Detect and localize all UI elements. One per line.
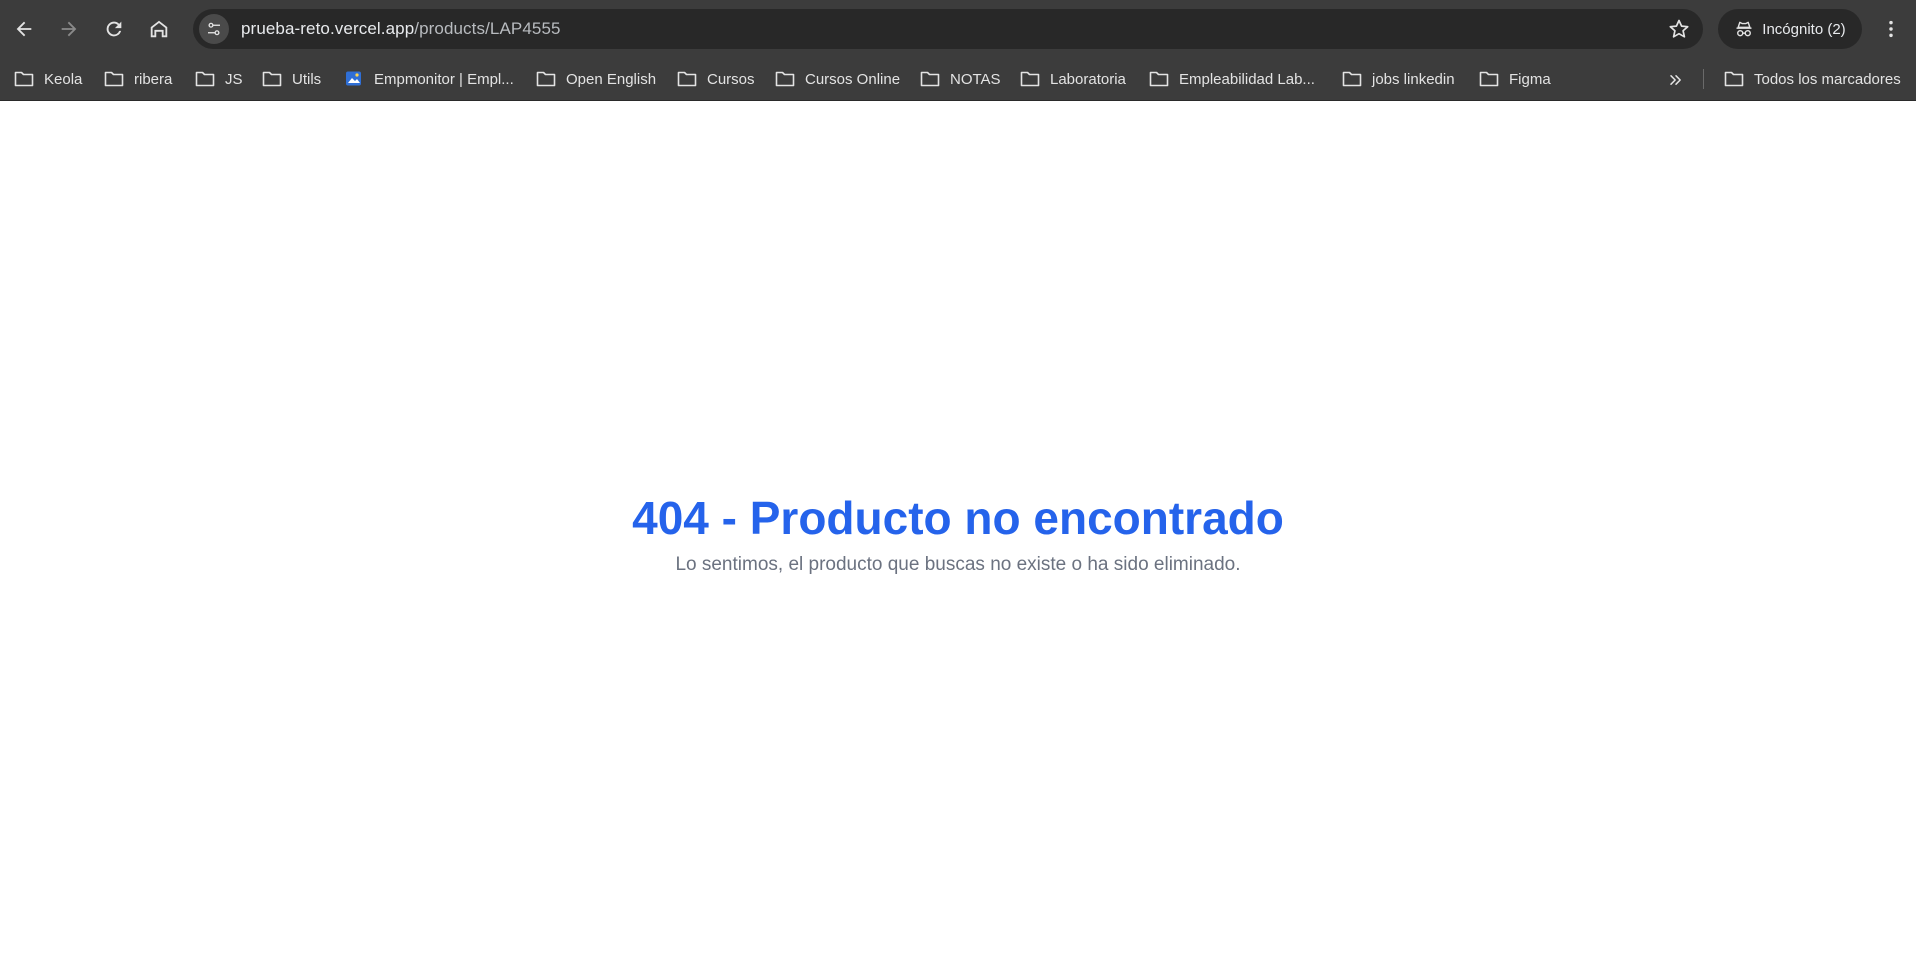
bookmark-js[interactable]: JS xyxy=(195,66,243,92)
bookmark-open-english[interactable]: Open English xyxy=(536,66,656,92)
bookmark-label: jobs linkedin xyxy=(1372,70,1455,88)
bookmark-ribera[interactable]: ribera xyxy=(104,66,172,92)
bookmark-utils[interactable]: Utils xyxy=(262,66,321,92)
star-icon[interactable] xyxy=(1667,17,1691,41)
site-favicon xyxy=(346,71,361,86)
bookmark-label: NOTAS xyxy=(950,70,1001,88)
bookmark-label: Figma xyxy=(1509,70,1551,88)
folder-icon xyxy=(1149,71,1169,87)
bookmark-cursos[interactable]: Cursos xyxy=(677,66,755,92)
folder-icon xyxy=(1724,71,1744,87)
bookmark-all-bookmarks[interactable]: Todos los marcadores xyxy=(1724,66,1901,92)
bookmark-keola[interactable]: Keola xyxy=(14,66,82,92)
folder-icon xyxy=(1342,71,1362,87)
site-info-button[interactable] xyxy=(199,14,229,44)
bookmark-jobs-linkedin[interactable]: jobs linkedin xyxy=(1342,66,1455,92)
bookmark-label: JS xyxy=(225,70,243,88)
arrow-right-icon xyxy=(61,21,77,37)
browser-toolbar: prueba-reto.vercel.app/products/LAP4555 … xyxy=(0,0,1916,58)
tune-icon xyxy=(208,22,220,36)
bookmark-label: Cursos xyxy=(707,70,755,88)
bookmark-label: Utils xyxy=(292,70,322,88)
folder-icon xyxy=(1479,71,1499,87)
address-bar[interactable]: prueba-reto.vercel.app/products/LAP4555 xyxy=(193,9,1703,49)
browser-chrome: prueba-reto.vercel.app/products/LAP4555 … xyxy=(0,0,1916,101)
bookmark-label: Laboratoria xyxy=(1050,70,1126,88)
error-title: 404 - Producto no encontrado xyxy=(632,492,1284,544)
home-icon xyxy=(150,20,168,38)
error-message: Lo sentimos, el producto que buscas no e… xyxy=(675,554,1241,575)
bookmark-label: Todos los marcadores xyxy=(1754,70,1901,88)
bookmark-label: Empmonitor | Empl... xyxy=(374,70,514,88)
folder-icon xyxy=(920,71,940,87)
arrow-left-icon xyxy=(16,21,32,37)
folder-icon xyxy=(104,71,124,87)
bookmark-empmonitor[interactable]: Empmonitor | Empl... xyxy=(344,66,514,92)
folder-icon xyxy=(262,71,282,87)
bookmarks-overflow-button[interactable] xyxy=(1664,68,1688,92)
incognito-indicator[interactable]: Incógnito (2) xyxy=(1718,9,1862,49)
folder-icon xyxy=(536,71,556,87)
bookmark-label: Keola xyxy=(44,70,83,88)
url-path: /products/LAP4555 xyxy=(414,19,561,38)
bookmark-cursos-online[interactable]: Cursos Online xyxy=(775,66,900,92)
bookmark-label: ribera xyxy=(134,70,173,88)
page-content: 404 - Producto no encontrado Lo sentimos… xyxy=(0,101,1916,968)
forward-button[interactable] xyxy=(49,9,89,49)
bookmark-figma[interactable]: Figma xyxy=(1479,66,1551,92)
bookmark-label: Open English xyxy=(566,70,657,88)
incognito-label: Incógnito (2) xyxy=(1762,20,1846,38)
folder-icon xyxy=(195,71,215,87)
bookmark-label: Empleabilidad Lab... xyxy=(1179,70,1315,88)
url-host: prueba-reto.vercel.app xyxy=(241,19,415,38)
folder-icon xyxy=(14,71,34,87)
bookmark-empleabilidad[interactable]: Empleabilidad Lab... xyxy=(1149,66,1315,92)
bookmark-laboratoria[interactable]: Laboratoria xyxy=(1020,66,1126,92)
bookmark-label: Cursos Online xyxy=(805,70,901,88)
folder-icon xyxy=(1020,71,1040,87)
back-button[interactable] xyxy=(4,9,44,49)
browser-menu-button[interactable] xyxy=(1876,14,1906,44)
bookmark-notas[interactable]: NOTAS xyxy=(920,66,1001,92)
folder-icon xyxy=(775,71,795,87)
reload-button[interactable] xyxy=(94,9,134,49)
home-button[interactable] xyxy=(139,9,179,49)
reload-icon xyxy=(106,21,122,37)
incognito-icon xyxy=(1736,21,1752,37)
bookmarks-bar: Keola ribera JS Utils Empmonitor | Empl.… xyxy=(0,58,1916,101)
kebab-menu-icon xyxy=(1889,20,1893,38)
bookmarks-divider xyxy=(1703,69,1704,89)
double-chevron-right-icon xyxy=(1670,75,1681,85)
folder-icon xyxy=(677,71,697,87)
url-text[interactable]: prueba-reto.vercel.app/products/LAP4555 xyxy=(241,19,561,39)
